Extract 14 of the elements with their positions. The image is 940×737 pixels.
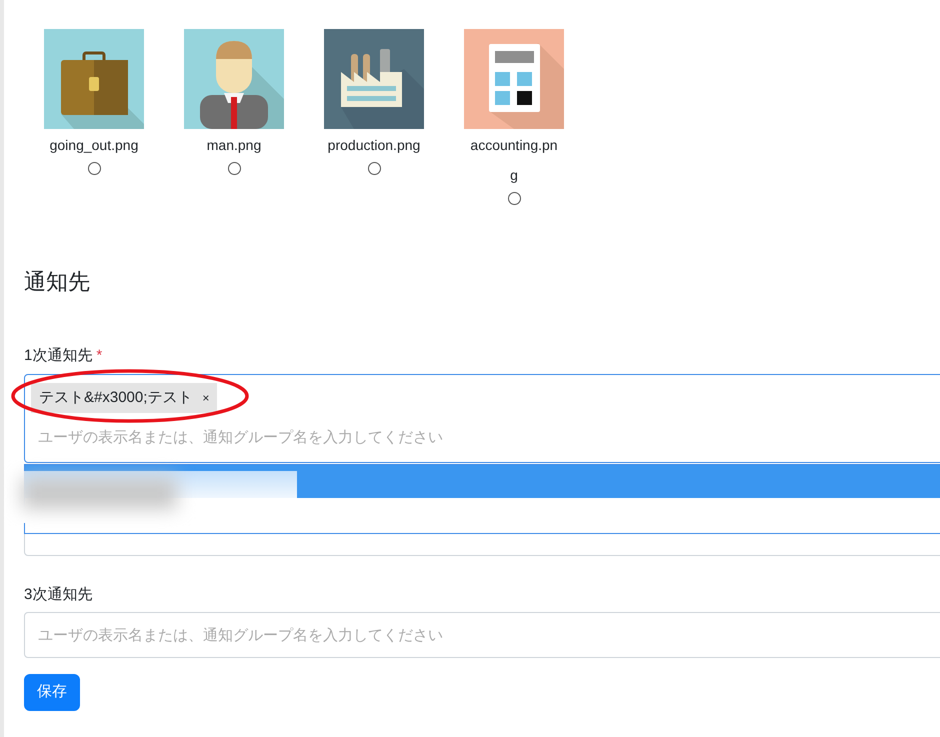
remove-icon[interactable]: × bbox=[202, 388, 210, 407]
tag-chip[interactable]: テスト&#x3000;テスト × bbox=[31, 382, 218, 413]
file-name: going_out.png bbox=[48, 136, 140, 155]
field-label: 3次通知先 bbox=[24, 584, 94, 604]
file-name: man.png bbox=[206, 136, 262, 155]
input-field[interactable]: ユーザの表示名または、通知グループ名を入力してください bbox=[24, 612, 940, 658]
tag-label: テスト&#x3000;テスト bbox=[39, 388, 192, 408]
save-button[interactable]: 保存 bbox=[24, 674, 80, 710]
required-mark: * bbox=[96, 347, 102, 364]
file-name: production.png bbox=[327, 136, 421, 155]
file-name: accounting.png bbox=[469, 136, 559, 185]
field-label: 1次通知先 bbox=[24, 347, 92, 364]
section-title: 通知先 bbox=[24, 268, 90, 295]
input-field[interactable]: テスト&#x3000;テスト × ユーザの表示名または、通知グループ名を入力してください bbox=[24, 374, 940, 462]
